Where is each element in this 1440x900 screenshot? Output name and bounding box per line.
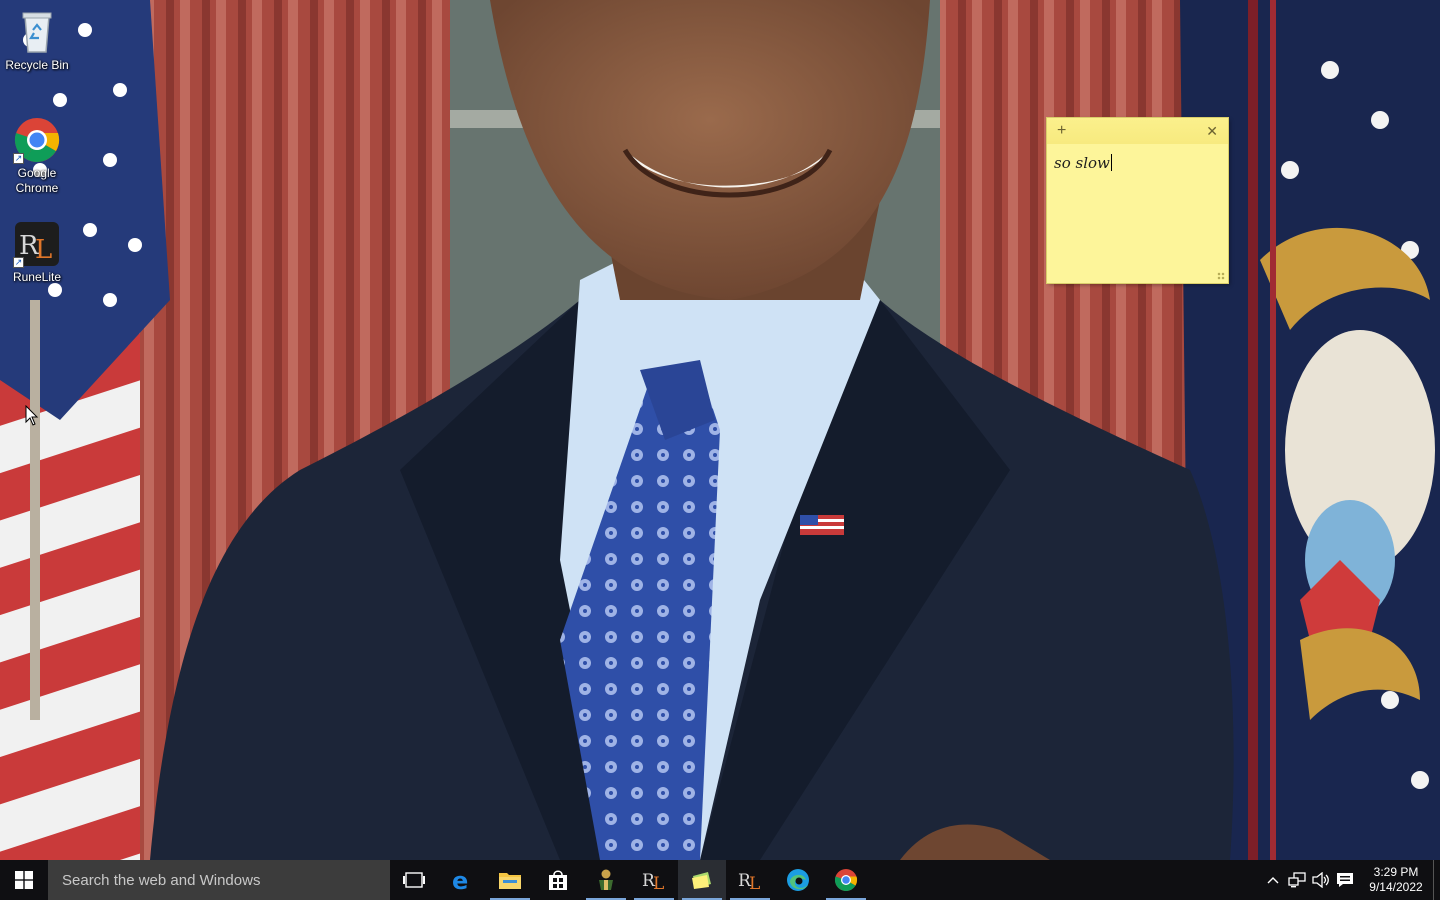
notification-icon — [1337, 873, 1353, 887]
taskbar-app-game-character[interactable] — [582, 860, 630, 900]
network-button[interactable] — [1285, 860, 1309, 900]
network-icon — [1288, 872, 1306, 888]
close-note-button[interactable]: ✕ — [1206, 122, 1218, 140]
desktop-icon-recycle-bin[interactable]: Recycle Bin — [2, 8, 72, 73]
shortcut-arrow-icon: ↗ — [13, 257, 24, 268]
action-center-button[interactable] — [1333, 860, 1357, 900]
volume-button[interactable] — [1309, 860, 1333, 900]
sticky-note[interactable]: + ✕ so slow — [1047, 118, 1228, 283]
taskbar: e R L — [0, 860, 1440, 900]
search-input[interactable] — [60, 870, 384, 890]
edge-icon — [787, 869, 809, 891]
resize-grip-icon[interactable] — [1217, 272, 1225, 280]
desktop-icon-label: RuneLite — [12, 270, 62, 284]
sticky-note-titlebar[interactable]: + ✕ — [1047, 118, 1228, 144]
taskbar-app-store[interactable] — [534, 860, 582, 900]
chrome-icon — [834, 869, 858, 891]
taskbar-app-edge[interactable] — [774, 860, 822, 900]
taskbar-app-runelite[interactable]: R L — [630, 860, 678, 900]
start-button[interactable] — [0, 860, 48, 900]
chevron-up-icon — [1267, 877, 1279, 884]
clock-date: 9/14/2022 — [1369, 880, 1423, 894]
store-icon — [549, 870, 567, 890]
desktop-icon-runelite[interactable]: R L ↗ RuneLite — [2, 220, 72, 285]
shortcut-arrow-icon: ↗ — [13, 153, 24, 164]
show-hidden-icons-button[interactable] — [1261, 860, 1285, 900]
add-note-button[interactable]: + — [1057, 122, 1066, 140]
taskbar-app-runelite-2[interactable]: R L — [726, 860, 774, 900]
svg-text:e: e — [452, 868, 468, 892]
task-view-button[interactable] — [390, 860, 438, 900]
sticky-note-text[interactable]: so slow — [1054, 154, 1112, 172]
file-explorer-icon — [499, 873, 521, 889]
show-desktop-button[interactable] — [1433, 860, 1440, 900]
runelite-icon: R L ↗ — [13, 220, 61, 268]
desktop-icon-label: Google Chrome — [15, 166, 59, 195]
desktop-icon-label: Recycle Bin — [5, 58, 69, 72]
clock-time: 3:29 PM — [1373, 865, 1419, 879]
desktop-icon-google-chrome[interactable]: ↗ Google Chrome — [2, 116, 72, 196]
taskbar-app-chrome[interactable] — [822, 860, 870, 900]
task-view-icon — [403, 872, 425, 888]
taskbar-app-edge-legacy[interactable]: e — [438, 860, 486, 900]
edge-legacy-icon: e — [452, 868, 468, 892]
clock[interactable]: 3:29 PM 9/14/2022 — [1363, 865, 1429, 895]
system-tray: 3:29 PM 9/14/2022 — [1261, 860, 1440, 900]
mouse-cursor-icon — [25, 405, 39, 426]
speaker-icon — [1312, 872, 1329, 888]
game-character-icon — [599, 869, 613, 890]
recycle-bin-icon — [13, 8, 61, 56]
svg-text:L: L — [35, 235, 52, 265]
chrome-icon: ↗ — [13, 116, 61, 164]
taskbar-app-file-explorer[interactable] — [486, 860, 534, 900]
text-caret — [1110, 154, 1112, 171]
svg-text:L: L — [653, 874, 664, 892]
search-box[interactable] — [48, 860, 390, 900]
sticky-notes-icon — [692, 872, 711, 889]
runelite-icon: R L — [642, 871, 664, 892]
windows-logo-icon — [15, 871, 33, 889]
taskbar-app-sticky-notes[interactable] — [678, 860, 726, 900]
svg-text:L: L — [749, 874, 760, 892]
runelite-icon: R L — [738, 871, 760, 892]
